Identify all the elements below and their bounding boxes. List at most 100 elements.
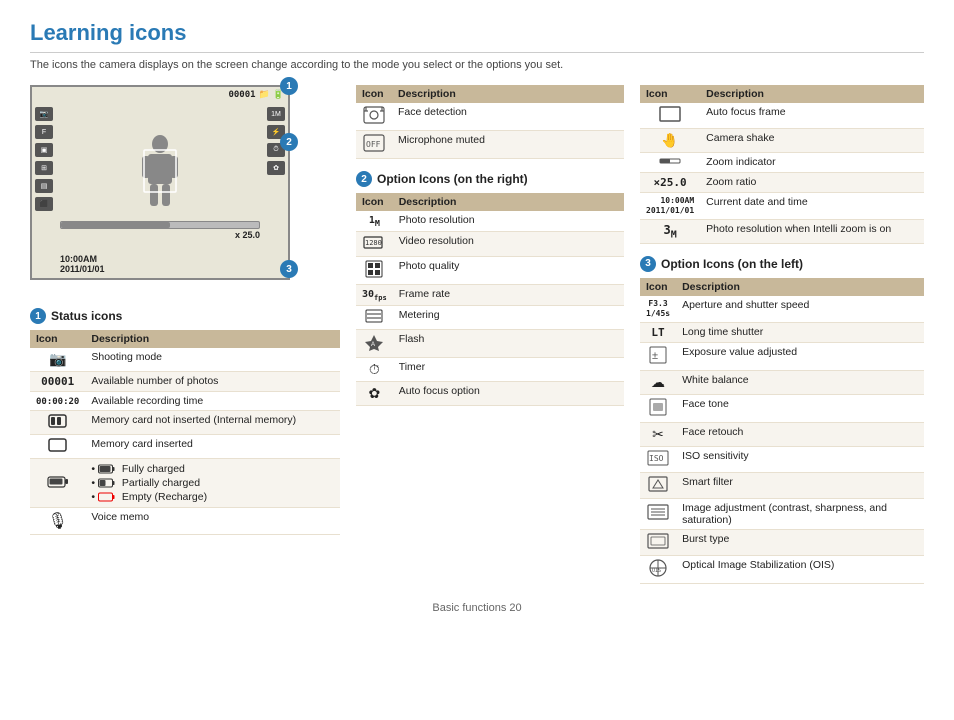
table-row: OFF Microphone muted [356,131,624,159]
right-column: Icon Description Auto focus frame 🤚 Came… [640,85,924,584]
icon-cell: 🎙 [30,508,85,535]
mini-col-desc: Description [392,85,624,103]
table-row: Image adjustment (contrast, sharpness, a… [640,498,924,529]
middle-column: Icon Description Face detection OFF Micr… [356,85,624,406]
icon-cell: 00:00:20 [30,392,85,411]
table-row: Memory card inserted [30,435,340,459]
desc-cell: Fully charged Partially charged Empty (R… [85,459,340,508]
desc-cell: Optical Image Stabilization (OIS) [676,555,924,583]
table-row: OIS Optical Image Stabilization (OIS) [640,555,924,583]
desc-cell: Long time shutter [676,322,924,342]
svg-text:OIS: OIS [652,568,661,574]
icon-cell: 00001 [30,372,85,392]
icon2: F [35,125,53,139]
ol-col-icon: Icon [640,278,676,296]
desc-cell: Camera shake [700,129,924,153]
table-row: Smart filter [640,472,924,498]
table-row: ⏱ Timer [356,358,624,382]
badge-1: 1 [280,77,298,95]
desc-cell: Frame rate [393,285,624,306]
desc-cell: Smart filter [676,472,924,498]
desc-cell: Zoom indicator [700,153,924,173]
ti-col-icon: Icon [640,85,700,103]
desc-cell: Timer [393,358,624,382]
badge-num-3: 3 [640,256,656,272]
icon-cell: 10:00AM2011/01/01 [640,193,700,220]
option-left-table: Icon Description F3.31/45s Aperture and … [640,278,924,584]
svg-text:±: ± [652,350,658,362]
icon5: ▤ [35,179,53,193]
zoom-value: x 25.0 [60,230,260,240]
desc-cell: Aperture and shutter speed [676,296,924,322]
icon-cell: OFF [356,131,392,159]
desc-cell: Memory card not inserted (Internal memor… [85,411,340,435]
badge-2: 2 [280,133,298,151]
icon-cell: 1M [356,211,393,232]
table-row: ✂ Face retouch [640,422,924,446]
desc-cell: Photo quality [393,257,624,285]
camera-preview: 00001 📁 🔋 📷 F ▣ ⊞ ▤ ⬛ 1M ⚡ ⏱ [30,85,290,280]
desc-cell: Image adjustment (contrast, sharpness, a… [676,498,924,529]
r-icon1: 1M [267,107,285,121]
page-title: Learning icons [30,20,924,53]
table-row: A Flash [356,330,624,358]
table-row: Memory card not inserted (Internal memor… [30,411,340,435]
top-icons-table: Icon Description Auto focus frame 🤚 Came… [640,85,924,244]
table-row: ☁ White balance [640,370,924,394]
desc-cell: Memory card inserted [85,435,340,459]
list-item: Empty (Recharge) [91,490,334,504]
list-item: Partially charged [91,476,334,490]
icon-cell [356,306,393,330]
table-row: 10:00AM2011/01/01 Current date and time [640,193,924,220]
ol-col-desc: Description [676,278,924,296]
desc-cell: Auto focus option [393,382,624,406]
desc-cell: Current date and time [700,193,924,220]
desc-cell: Voice memo [85,508,340,535]
icon-cell [640,498,676,529]
desc-cell: ISO sensitivity [676,446,924,472]
desc-cell: Microphone muted [392,131,624,159]
icon-cell: 30fps [356,285,393,306]
icon-cell: 🤚 [640,129,700,153]
table-row: 1280 Video resolution [356,232,624,257]
icon-cell: ✿ [356,382,393,406]
table-row: 30fps Frame rate [356,285,624,306]
desc-cell: Burst type [676,529,924,555]
svg-text:1280: 1280 [365,239,382,247]
table-row: ×25.0 Zoom ratio [640,173,924,193]
or-col-icon: Icon [356,193,393,211]
status-col-icon: Icon [30,330,85,348]
svg-text:A: A [371,342,375,348]
camera-datetime: 10:00AM 2011/01/01 [60,254,105,274]
desc-cell: Shooting mode [85,348,340,372]
icon-cell [30,411,85,435]
icon-cell: ✂ [640,422,676,446]
option-right-table: Icon Description 1M Photo resolution 128… [356,193,624,406]
icon-cell [640,529,676,555]
memory-icon: 📁 [259,89,270,100]
ti-col-desc: Description [700,85,924,103]
icon-cell [640,472,676,498]
icon-cell: 3M [640,219,700,243]
page-footer: Basic functions 20 [30,602,924,614]
icon-cell: 📷 [30,348,85,372]
table-row: ✿ Auto focus option [356,382,624,406]
icon-cell [30,459,85,508]
desc-cell: Available number of photos [85,372,340,392]
icon4: ⊞ [35,161,53,175]
table-row: 🎙 Voice memo [30,508,340,535]
desc-cell: Face retouch [676,422,924,446]
mini-col-icon: Icon [356,85,392,103]
table-row: F3.31/45s Aperture and shutter speed [640,296,924,322]
icon3: ▣ [35,143,53,157]
table-row: Fully charged Partially charged Empty (R… [30,459,340,508]
table-row: 1M Photo resolution [356,211,624,232]
r-icon4: ✿ [267,161,285,175]
mode-icon: 📷 [35,107,53,121]
status-icons-heading: 1 Status icons [30,308,340,324]
table-row: LT Long time shutter [640,322,924,342]
desc-cell: Available recording time [85,392,340,411]
svg-text:OFF: OFF [366,140,381,149]
table-row: Photo quality [356,257,624,285]
icon-cell: ISO [640,446,676,472]
